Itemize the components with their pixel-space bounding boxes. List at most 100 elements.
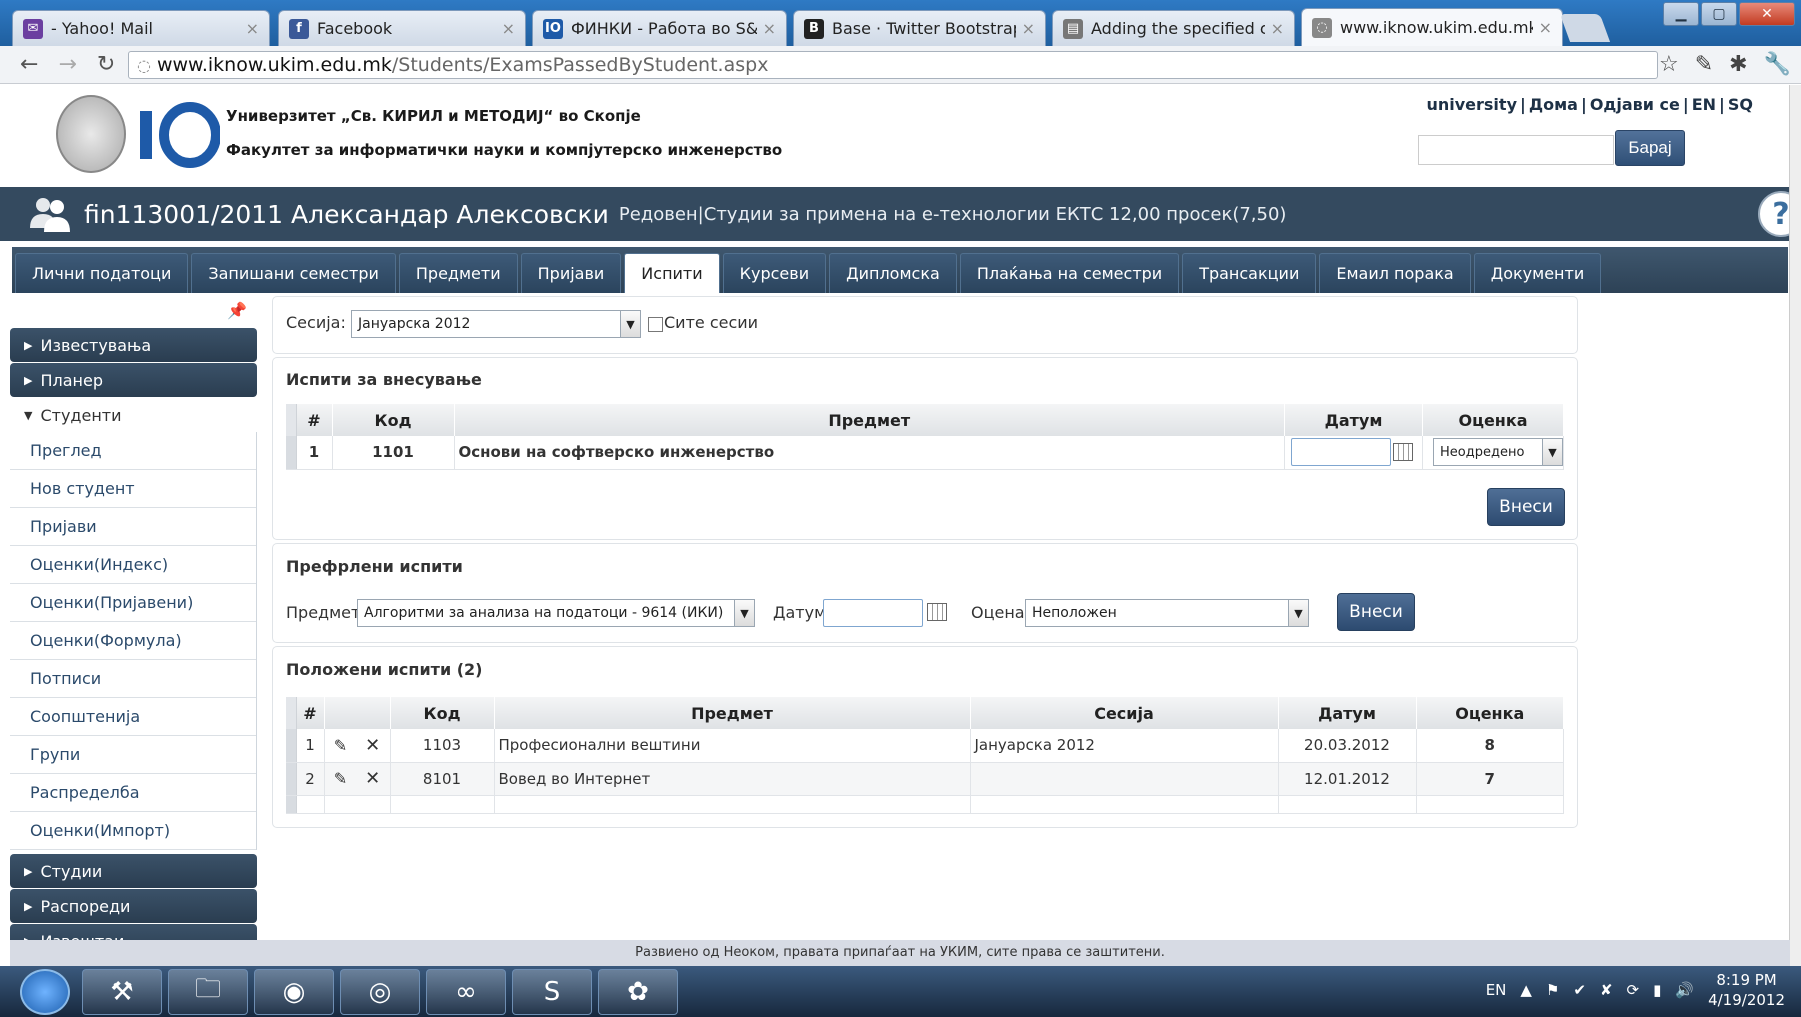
tray-arrow-icon[interactable]: ▲ xyxy=(1520,981,1532,999)
all-sessions-checkbox[interactable] xyxy=(648,317,663,332)
wrench-icon[interactable]: 🔧 xyxy=(1764,52,1791,77)
transferred-grade-select[interactable]: Неположен ▼ xyxy=(1025,599,1309,627)
close-icon[interactable]: × xyxy=(763,19,776,38)
start-button[interactable] xyxy=(20,968,70,1015)
clock[interactable]: 8:19 PM 4/19/2012 xyxy=(1708,970,1785,1010)
url-input[interactable]: ◌ www.iknow.ukim.edu.mk/Students/ExamsPa… xyxy=(128,51,1658,79)
pin-icon[interactable]: 📌 xyxy=(227,301,247,320)
flag-icon[interactable]: ⚑ xyxy=(1546,981,1559,999)
volume-icon[interactable]: 🔊 xyxy=(1675,981,1694,999)
search-input[interactable] xyxy=(1418,135,1614,165)
sidebar-item[interactable]: Нов студент xyxy=(10,470,256,508)
table-cell: 12.01.2012 xyxy=(1278,762,1417,796)
delete-icon[interactable]: ✕ xyxy=(365,768,380,789)
close-icon[interactable]: × xyxy=(1271,19,1284,38)
sidebar-item[interactable]: Распределба xyxy=(10,774,256,812)
paint-taskbar-icon[interactable]: ✿ xyxy=(598,968,678,1015)
menu-tab[interactable]: Лични податоци xyxy=(15,253,189,293)
sidebar-item[interactable]: Преглед xyxy=(10,432,256,470)
link-en[interactable]: EN xyxy=(1692,95,1716,114)
menu-tab[interactable]: Трансакции xyxy=(1182,253,1317,293)
browser-tab[interactable]: ◌ www.iknow.ukim.edu.mk/S × xyxy=(1301,8,1563,46)
extension-icon[interactable]: ✱ xyxy=(1729,52,1747,77)
menu-tab[interactable]: Испити xyxy=(624,253,720,293)
edit-icon[interactable]: ✎ xyxy=(334,736,347,755)
maximize-button[interactable]: ▢ xyxy=(1701,2,1737,26)
sidebar-item[interactable]: Пријави xyxy=(10,508,256,546)
url-host: www.iknow.ukim.edu.mk xyxy=(156,54,392,76)
sidebar-section-schedules[interactable]: ▶ Распореди xyxy=(10,889,257,923)
transferred-date-input[interactable] xyxy=(823,599,923,627)
back-icon[interactable]: ← xyxy=(20,52,38,77)
menu-tab[interactable]: Запишани семестри xyxy=(191,253,396,293)
update-icon[interactable]: ⟳ xyxy=(1627,981,1640,999)
chevron-down-icon: ▼ xyxy=(620,311,640,337)
explorer-taskbar-icon[interactable]: 🗀 xyxy=(168,968,248,1015)
sidebar-item[interactable]: Потписи xyxy=(10,660,256,698)
chevron-down-icon: ▼ xyxy=(1542,439,1562,466)
browser-tab[interactable]: ▤ Adding the specified count × xyxy=(1052,10,1295,46)
bookmark-star-icon[interactable]: ☆ xyxy=(1659,52,1679,77)
menu-tab[interactable]: Предмети xyxy=(398,253,518,293)
search-button[interactable]: Барај xyxy=(1615,130,1685,166)
exam-date-input[interactable] xyxy=(1291,438,1391,467)
new-tab-button[interactable] xyxy=(1559,14,1611,42)
sidebar-item[interactable]: Групи xyxy=(10,736,256,774)
calendar-icon[interactable] xyxy=(927,603,947,621)
link-home[interactable]: Дома xyxy=(1529,95,1578,114)
firefox-taskbar-icon[interactable]: ◉ xyxy=(254,968,334,1015)
forward-icon[interactable]: → xyxy=(58,52,76,77)
sidebar-item[interactable]: Оценки(Индекс) xyxy=(10,546,256,584)
eyedropper-icon[interactable]: ✎ xyxy=(1695,52,1713,77)
sidebar-section-reports[interactable]: ▶Извештаи xyxy=(10,924,257,940)
minimize-button[interactable]: ▁ xyxy=(1663,2,1699,26)
delete-icon[interactable]: ✕ xyxy=(365,735,380,756)
sidebar-section-students[interactable]: ▼ Студенти xyxy=(10,398,257,432)
edit-icon[interactable]: ✎ xyxy=(334,769,347,788)
sidebar-item[interactable]: Оценки(Пријавени) xyxy=(10,584,256,622)
language-indicator[interactable]: EN xyxy=(1486,981,1507,999)
close-icon[interactable]: × xyxy=(1022,19,1035,38)
enter-transferred-button[interactable]: Внеси xyxy=(1337,593,1415,631)
skype-taskbar-icon[interactable]: S xyxy=(512,968,592,1015)
link-university[interactable]: university xyxy=(1426,95,1517,114)
link-sq[interactable]: SQ xyxy=(1728,95,1753,114)
close-icon[interactable]: × xyxy=(502,19,515,38)
page-scrollbar[interactable] xyxy=(1789,85,1801,966)
sidebar-item[interactable]: Оценки(Импорт) xyxy=(10,812,256,850)
table-cell xyxy=(970,795,1279,814)
menu-tab[interactable]: Курсеви xyxy=(722,253,827,293)
menu-tab[interactable]: Емаил порака xyxy=(1319,253,1471,293)
menu-tab[interactable]: Дипломска xyxy=(829,253,957,293)
browser-tab[interactable]: ✉ - Yahoo! Mail × xyxy=(12,10,270,46)
network-icon[interactable]: ▮ xyxy=(1653,981,1661,999)
antivirus-icon[interactable]: ✘ xyxy=(1600,981,1613,999)
menu-tab[interactable]: Документи xyxy=(1473,253,1602,293)
tools-taskbar-icon[interactable]: ⚒ xyxy=(82,968,162,1015)
sidebar-item[interactable]: Оценки(Формула) xyxy=(10,622,256,660)
reload-icon[interactable]: ↻ xyxy=(97,52,115,77)
link-logout[interactable]: Одјави се xyxy=(1590,95,1680,114)
shield-icon[interactable]: ✔ xyxy=(1573,981,1586,999)
close-icon[interactable]: × xyxy=(246,19,259,38)
session-select[interactable]: Јануарска 2012 ▼ xyxy=(351,310,641,338)
browser-tab[interactable]: IO ФИНКИ - Работа во S&T М × xyxy=(532,10,787,46)
transferred-subject-select[interactable]: Алгоритми за анализа на податоци - 9614 … xyxy=(357,599,755,627)
browser-tab[interactable]: B Base · Twitter Bootstrap × xyxy=(793,10,1046,46)
browser-tab[interactable]: f Facebook × xyxy=(278,10,526,46)
menu-tab[interactable]: Плаќања на семестри xyxy=(959,253,1180,293)
sidebar-item[interactable]: Соопштенија xyxy=(10,698,256,736)
infinity-taskbar-icon[interactable]: ∞ xyxy=(426,968,506,1015)
sidebar-section-planner[interactable]: ▶ Планер xyxy=(10,363,257,397)
top-links: university | Дома | Одјави се | EN | SQ xyxy=(1426,95,1753,114)
menu-tab[interactable]: Пријави xyxy=(520,253,622,293)
sidebar-section-studies[interactable]: ▶ Студии xyxy=(10,854,257,888)
exam-grade-select[interactable]: Неодредено ▼ xyxy=(1433,438,1563,467)
close-window-button[interactable]: ✕ xyxy=(1739,2,1795,26)
page-icon: ▤ xyxy=(1063,18,1083,39)
close-icon[interactable]: × xyxy=(1539,18,1552,37)
chrome-taskbar-icon[interactable]: ◎ xyxy=(340,968,420,1015)
calendar-icon[interactable] xyxy=(1393,443,1413,462)
enter-exam-button[interactable]: Внеси xyxy=(1487,488,1565,526)
sidebar-section-notifications[interactable]: ▶ Известувања xyxy=(10,328,257,362)
